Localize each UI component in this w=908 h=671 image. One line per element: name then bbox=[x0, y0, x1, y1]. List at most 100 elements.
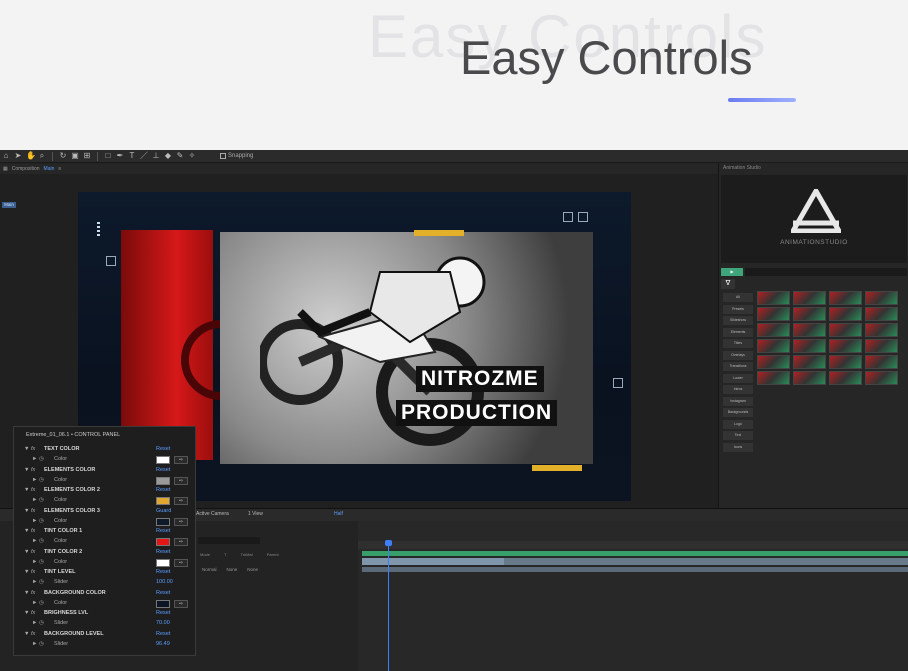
playhead-line[interactable] bbox=[388, 541, 389, 671]
preset-thumbnail[interactable] bbox=[865, 371, 898, 385]
active-camera-dropdown[interactable]: Active Camera bbox=[196, 511, 229, 517]
preset-thumbnail[interactable] bbox=[829, 355, 862, 369]
stopwatch-icon[interactable]: ► ◷ bbox=[32, 600, 44, 606]
category-item[interactable]: Elements bbox=[723, 327, 753, 337]
roto-brush-tool-icon[interactable]: ✎ bbox=[176, 152, 184, 160]
rectangle-tool-icon[interactable]: □ bbox=[104, 152, 112, 160]
preset-thumbnail[interactable] bbox=[829, 371, 862, 385]
pen-tool-icon[interactable]: ✒ bbox=[116, 152, 124, 160]
preset-thumbnail[interactable] bbox=[757, 339, 790, 353]
stopwatch-icon[interactable]: ► ◷ bbox=[32, 497, 44, 503]
eyedropper-icon[interactable]: ⇨ bbox=[174, 456, 188, 464]
preset-thumbnail[interactable] bbox=[757, 323, 790, 337]
category-item[interactable]: Icons bbox=[723, 442, 753, 452]
category-item[interactable]: Backgrounds bbox=[723, 408, 753, 417]
preset-thumbnail[interactable] bbox=[829, 291, 862, 305]
control-reset-link[interactable]: Reset bbox=[156, 610, 170, 616]
category-item[interactable]: Overlays bbox=[723, 350, 753, 360]
category-item[interactable]: Transitions bbox=[723, 362, 753, 371]
slider-value[interactable]: 100.00 bbox=[156, 579, 173, 585]
layer-mode[interactable]: Normal bbox=[202, 567, 217, 572]
category-item[interactable]: Presets bbox=[723, 304, 753, 314]
studio-v-tab[interactable]: ∇ bbox=[721, 279, 735, 289]
color-swatch[interactable] bbox=[156, 476, 170, 485]
stopwatch-icon[interactable]: ► ◷ bbox=[32, 641, 44, 647]
expand-triangle-icon[interactable]: ▼ fx bbox=[24, 487, 35, 493]
preset-thumbnail[interactable] bbox=[793, 323, 826, 337]
stopwatch-icon[interactable]: ► ◷ bbox=[32, 620, 44, 626]
category-item[interactable]: Slideshow bbox=[723, 316, 753, 325]
eyedropper-icon[interactable]: ⇨ bbox=[174, 517, 188, 526]
preset-thumbnail[interactable] bbox=[865, 339, 898, 353]
zoom-tool-icon[interactable]: ⌕ bbox=[38, 152, 46, 160]
menu-icon[interactable]: ≡ bbox=[58, 166, 61, 172]
color-swatch[interactable] bbox=[156, 497, 170, 505]
preset-thumbnail[interactable] bbox=[865, 291, 898, 305]
slider-value[interactable]: 70.00 bbox=[156, 620, 170, 626]
preset-thumbnail[interactable] bbox=[793, 339, 826, 353]
expand-triangle-icon[interactable]: ▼ fx bbox=[24, 467, 35, 473]
preset-thumbnail[interactable] bbox=[793, 307, 826, 321]
eyedropper-icon[interactable]: ⇨ bbox=[174, 476, 188, 485]
color-swatch[interactable] bbox=[156, 517, 170, 526]
search-button[interactable]: ▶ bbox=[721, 268, 743, 276]
category-item[interactable]: Intros bbox=[723, 385, 753, 394]
resolution-dropdown[interactable]: Half bbox=[334, 511, 343, 517]
control-reset-link[interactable]: Reset bbox=[156, 549, 170, 555]
hand-tool-icon[interactable]: ✋ bbox=[26, 152, 36, 160]
expand-triangle-icon[interactable]: ▼ fx bbox=[24, 631, 35, 637]
snapping-checkbox[interactable] bbox=[220, 153, 226, 159]
expand-triangle-icon[interactable]: ▼ fx bbox=[24, 610, 35, 616]
comp-tab-main[interactable]: Main bbox=[44, 166, 55, 172]
timeline-tracks[interactable] bbox=[358, 521, 908, 671]
color-swatch[interactable] bbox=[156, 599, 170, 608]
expand-triangle-icon[interactable]: ▼ fx bbox=[24, 569, 35, 575]
control-reset-link[interactable]: Reset bbox=[156, 631, 170, 637]
clone-stamp-tool-icon[interactable]: ⊥ bbox=[152, 152, 160, 160]
preset-thumbnail[interactable] bbox=[793, 291, 826, 305]
puppet-tool-icon[interactable]: ✧ bbox=[188, 152, 196, 160]
home-icon[interactable]: ⌂ bbox=[2, 152, 10, 160]
color-swatch[interactable] bbox=[156, 558, 170, 567]
type-tool-icon[interactable]: T bbox=[128, 152, 136, 160]
control-reset-link[interactable]: Reset bbox=[156, 569, 170, 575]
preset-thumbnail[interactable] bbox=[757, 307, 790, 321]
brush-tool-icon[interactable]: ／ bbox=[140, 152, 148, 160]
expand-triangle-icon[interactable]: ▼ fx bbox=[24, 508, 35, 514]
control-reset-link[interactable]: Reset bbox=[156, 528, 170, 534]
preset-thumbnail[interactable] bbox=[865, 355, 898, 369]
snapping-toggle[interactable]: Snapping bbox=[220, 153, 253, 159]
preset-thumbnail[interactable] bbox=[793, 355, 826, 369]
selection-tool-icon[interactable]: ➤ bbox=[14, 152, 22, 160]
layer-row[interactable]: Normal None None bbox=[202, 567, 258, 572]
comp-breadcrumb-main[interactable]: Main bbox=[2, 202, 16, 208]
time-ruler[interactable] bbox=[358, 541, 908, 549]
color-swatch[interactable] bbox=[156, 538, 170, 546]
eyedropper-icon[interactable]: ⇨ bbox=[174, 599, 188, 608]
preset-thumbnail[interactable] bbox=[829, 339, 862, 353]
view-count-dropdown[interactable]: 1 View bbox=[248, 511, 263, 517]
preset-thumbnail[interactable] bbox=[757, 355, 790, 369]
stopwatch-icon[interactable]: ► ◷ bbox=[32, 518, 44, 524]
category-item[interactable]: Instagram bbox=[723, 396, 753, 406]
category-item[interactable]: Text bbox=[723, 431, 753, 440]
preset-thumbnail[interactable] bbox=[793, 371, 826, 385]
layer-trkmat[interactable]: None bbox=[227, 567, 238, 572]
camera-tool-icon[interactable]: ▣ bbox=[71, 152, 79, 160]
lock-icon[interactable]: ▦ bbox=[3, 166, 8, 172]
category-item[interactable]: All bbox=[723, 293, 753, 302]
stopwatch-icon[interactable]: ► ◷ bbox=[32, 477, 44, 483]
layer-parent[interactable]: None bbox=[247, 567, 258, 572]
control-reset-link[interactable]: Reset bbox=[156, 487, 170, 493]
preset-thumbnail[interactable] bbox=[757, 291, 790, 305]
rotate-tool-icon[interactable]: ↻ bbox=[59, 152, 67, 160]
control-reset-link[interactable]: Reset bbox=[156, 590, 170, 596]
eyedropper-icon[interactable]: ⇨ bbox=[174, 538, 188, 546]
eraser-tool-icon[interactable]: ◆ bbox=[164, 152, 172, 160]
expand-triangle-icon[interactable]: ▼ fx bbox=[24, 549, 35, 555]
stopwatch-icon[interactable]: ► ◷ bbox=[32, 559, 44, 565]
color-swatch[interactable] bbox=[156, 456, 170, 464]
preset-thumbnail[interactable] bbox=[757, 371, 790, 385]
work-area-bar[interactable] bbox=[362, 551, 908, 556]
timeline-search-input[interactable] bbox=[198, 537, 260, 544]
